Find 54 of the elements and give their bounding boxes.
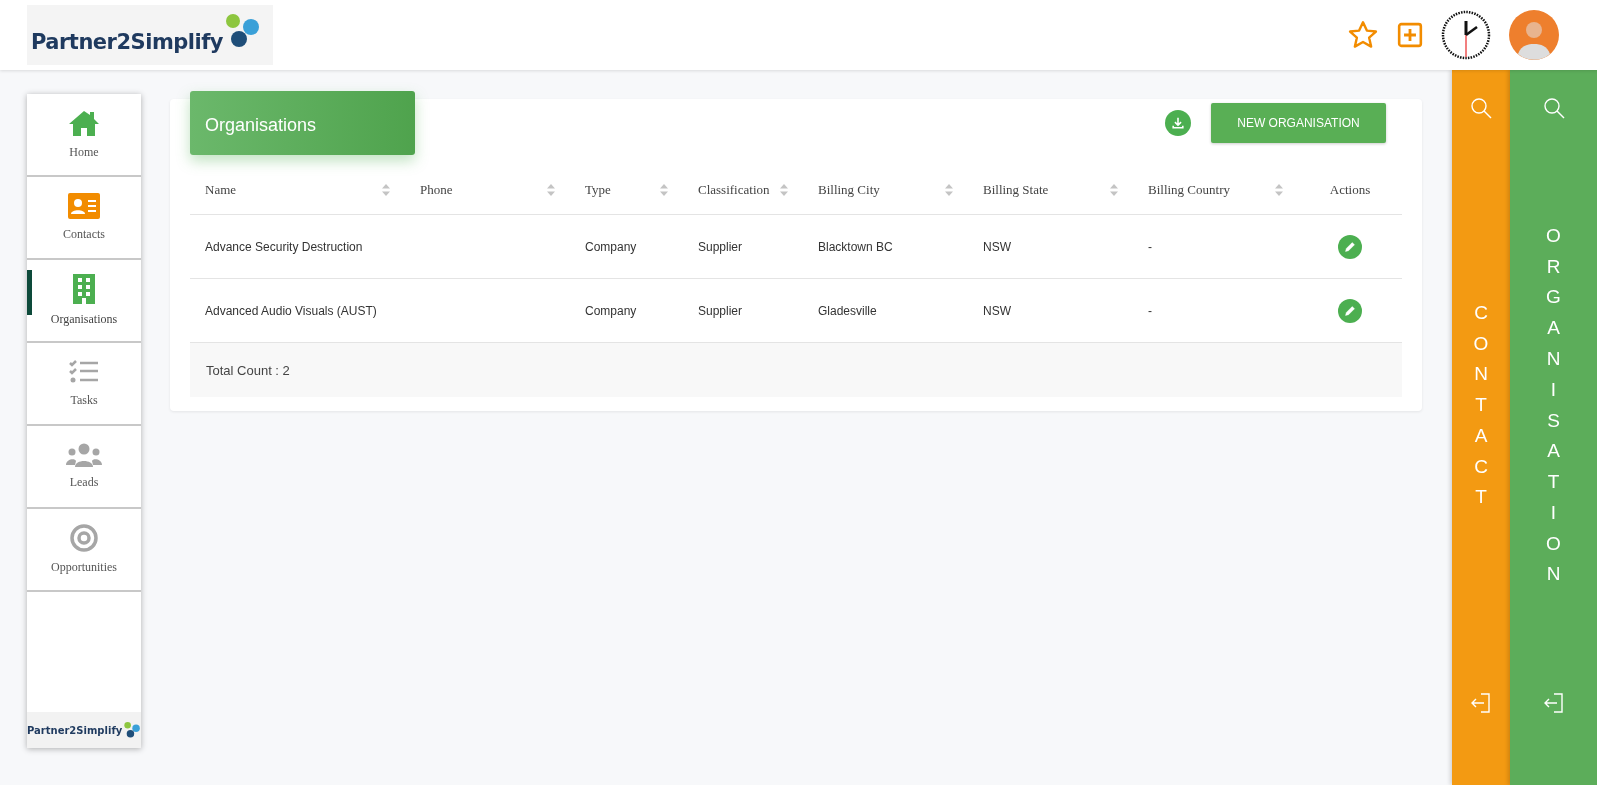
column-header[interactable]: Billing City: [803, 181, 968, 198]
add-icon[interactable]: [1397, 22, 1423, 48]
total-count: Total Count : 2: [206, 362, 290, 378]
avatar-icon[interactable]: [1509, 10, 1559, 60]
sidebar-item[interactable]: Organisations: [27, 260, 141, 343]
download-icon: [1171, 116, 1185, 130]
column-header[interactable]: Name: [190, 181, 405, 198]
sort-icon: [1110, 183, 1118, 196]
search-icon[interactable]: [1541, 96, 1566, 120]
table-cell-text: -: [1147, 239, 1153, 254]
table-cell-text: -: [1147, 303, 1153, 318]
table-cell-text: NSW: [982, 303, 1012, 318]
edit-button[interactable]: [1338, 298, 1362, 323]
edit-button[interactable]: [1338, 234, 1362, 259]
sort-icon: [382, 183, 390, 196]
table-cell-text: Company: [584, 303, 638, 318]
panel-label: CONTACT: [1472, 300, 1504, 510]
table-cell-text: Supplier: [697, 303, 744, 318]
table-cell-text: Advance Security Destruction: [204, 239, 364, 254]
table-cell-text: Blacktown BC: [817, 239, 894, 254]
sort-icon: [547, 183, 555, 196]
column-header[interactable]: Classification: [683, 181, 803, 198]
sort-icon: [660, 183, 668, 196]
sidebar-item[interactable]: Tasks: [27, 343, 141, 426]
page-title: Organisations: [190, 91, 415, 155]
sidebar-item[interactable]: Contacts: [27, 177, 141, 260]
column-header[interactable]: Actions: [1298, 181, 1402, 198]
column-header[interactable]: Billing State: [968, 181, 1133, 198]
panel-label: ORGANISATION: [1545, 223, 1576, 587]
table-cell-text: Supplier: [697, 239, 744, 254]
table-cell-text: Advanced Audio Visuals (AUST): [204, 303, 378, 318]
puzzle-logo-icon: [122, 721, 141, 739]
column-header[interactable]: Type: [570, 181, 683, 198]
star-icon[interactable]: [1347, 19, 1379, 51]
column-header[interactable]: Phone: [405, 181, 570, 198]
sidebar-item[interactable]: Home: [27, 94, 141, 177]
pencil-icon: [1344, 304, 1356, 317]
sidebar-item[interactable]: Leads: [27, 426, 141, 509]
logo-text: Partner2Simplify: [31, 30, 223, 54]
table-cell-text: Company: [584, 239, 638, 254]
pencil-icon: [1344, 240, 1356, 253]
sort-icon: [945, 183, 953, 196]
sign-in-icon[interactable]: [1469, 691, 1493, 715]
sidebar-item[interactable]: Opportunities: [27, 509, 141, 592]
sort-icon: [780, 183, 788, 196]
column-header[interactable]: Billing Country: [1133, 181, 1298, 198]
table-cell-text: NSW: [982, 239, 1012, 254]
search-icon[interactable]: [1469, 96, 1493, 120]
logo[interactable]: Partner2Simplify: [27, 5, 273, 65]
download-button[interactable]: [1165, 110, 1191, 136]
logo-text: Partner2Simplify: [27, 724, 123, 736]
sort-icon: [1275, 183, 1283, 196]
clock-icon[interactable]: [1441, 10, 1491, 60]
table-cell-text: Gladesville: [817, 303, 878, 318]
